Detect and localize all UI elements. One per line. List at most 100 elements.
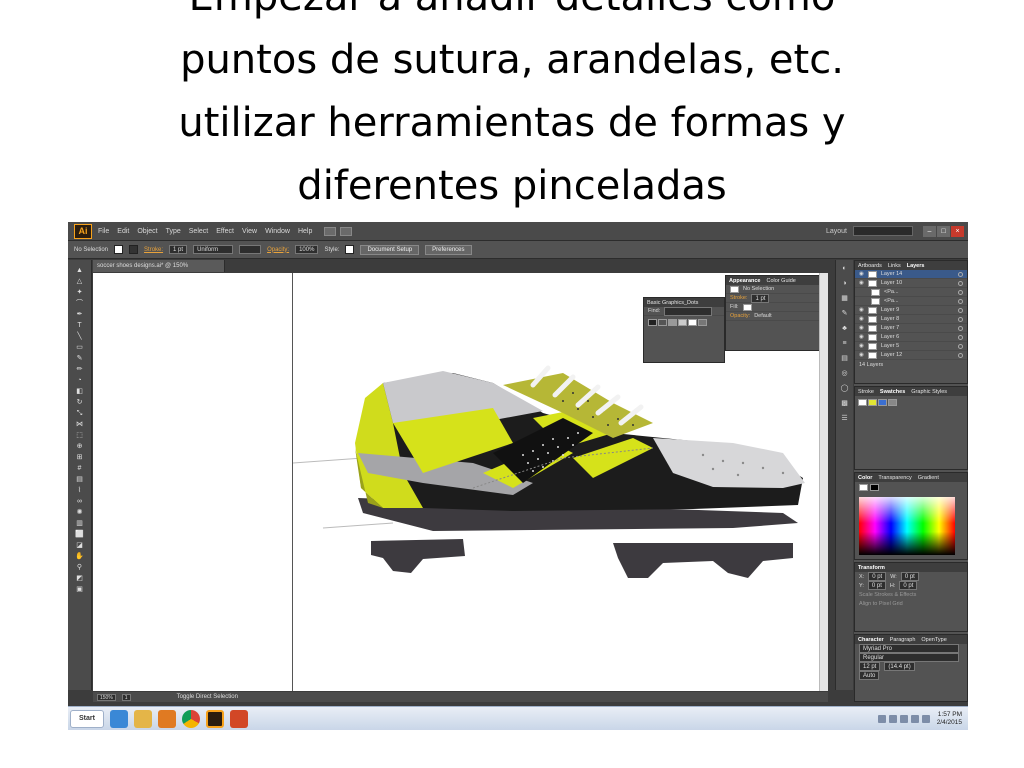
menu-select[interactable]: Select	[189, 228, 208, 235]
color-fill-swatch[interactable]	[859, 484, 868, 491]
tab-artboards[interactable]: Artboards	[858, 263, 882, 269]
swatch[interactable]	[868, 399, 877, 406]
dot-swatch[interactable]	[658, 319, 667, 326]
maximize-button[interactable]: □	[937, 225, 950, 237]
appearance-opacity-label[interactable]: Opacity:	[730, 313, 750, 319]
tab-color[interactable]: Color	[858, 475, 872, 481]
start-button[interactable]: Start	[70, 709, 104, 728]
paintbrush-tool-icon[interactable]: ✎	[74, 354, 86, 363]
menu-type[interactable]: Type	[166, 228, 181, 235]
minimize-button[interactable]: –	[923, 225, 936, 237]
scale-strokes-checkbox[interactable]: Scale Strokes & Effects	[859, 592, 916, 598]
fill-stroke-icon[interactable]: ◩	[74, 574, 86, 583]
free-transform-tool-icon[interactable]: ⬚	[74, 431, 86, 440]
layer-row[interactable]: ◉ Layer 6	[855, 333, 967, 342]
variable-width-profile[interactable]: Uniform	[193, 245, 234, 254]
dot-swatch[interactable]	[678, 319, 687, 326]
zoom-tool-icon[interactable]: ⚲	[74, 563, 86, 572]
menu-view[interactable]: View	[242, 228, 257, 235]
artboard-tool-icon[interactable]: ⬜	[74, 530, 86, 539]
mesh-tool-icon[interactable]: #	[74, 464, 86, 473]
tab-stroke[interactable]: Stroke	[858, 389, 874, 395]
tab-transparency[interactable]: Transparency	[878, 475, 911, 481]
color-panel-icon[interactable]: ◐	[840, 264, 850, 273]
arrange-documents-icon[interactable]	[340, 226, 353, 236]
artboard-navigation[interactable]: 1	[121, 693, 131, 701]
appearance-panel-icon[interactable]: ◯	[840, 384, 850, 393]
tab-appearance[interactable]: Appearance	[729, 278, 761, 284]
tab-swatches[interactable]: Swatches	[880, 389, 905, 395]
transform-x[interactable]: 0 pt	[868, 572, 887, 581]
dot-swatch[interactable]	[648, 319, 657, 326]
direct-selection-tool-icon[interactable]: △	[74, 277, 86, 286]
swatch[interactable]	[878, 399, 887, 406]
appearance-fill-label[interactable]: Fill:	[730, 304, 739, 310]
find-field[interactable]	[664, 306, 713, 316]
document-tab[interactable]: soccer shoes designs.ai* @ 150% (CMYK/Pr…	[93, 260, 225, 281]
rectangle-tool-icon[interactable]: ▭	[74, 343, 86, 352]
bridge-icon[interactable]	[324, 226, 337, 236]
powerpoint-icon[interactable]	[230, 709, 248, 728]
swatches-panel-icon[interactable]: ▦	[840, 294, 850, 303]
leading-field[interactable]: (14.4 pt)	[884, 662, 915, 671]
appearance-stroke-value[interactable]: 1 pt	[751, 293, 770, 303]
color-guide-icon[interactable]: ◑	[840, 279, 850, 288]
help-search-input[interactable]	[853, 226, 913, 236]
brushes-panel-icon[interactable]: ✎	[840, 309, 850, 318]
network-icon[interactable]	[910, 714, 919, 723]
gradient-panel-icon[interactable]: ▤	[840, 354, 850, 363]
preferences-button[interactable]: Preferences	[425, 244, 472, 255]
graphic-styles-icon[interactable]: ▩	[840, 399, 850, 408]
layer-row[interactable]: ◉ Layer 12	[855, 351, 967, 360]
slice-tool-icon[interactable]: ◪	[74, 541, 86, 550]
font-style-select[interactable]: Regular	[859, 653, 959, 662]
pen-tool-icon[interactable]: ✒	[74, 310, 86, 319]
pencil-tool-icon[interactable]: ✏	[74, 365, 86, 374]
shape-builder-tool-icon[interactable]: ⊕	[74, 442, 86, 451]
blob-brush-tool-icon[interactable]: ◔	[74, 376, 86, 385]
fill-swatch[interactable]	[742, 303, 752, 311]
brush-definition[interactable]	[239, 245, 262, 254]
vertical-scrollbar[interactable]	[819, 273, 828, 691]
type-tool-icon[interactable]: T	[74, 321, 86, 330]
gradient-tool-icon[interactable]: ▤	[74, 475, 86, 484]
tab-character[interactable]: Character	[858, 637, 884, 643]
magic-wand-tool-icon[interactable]: ✦	[74, 288, 86, 297]
tray-icon[interactable]	[877, 714, 886, 723]
menu-file[interactable]: File	[98, 228, 109, 235]
close-button[interactable]: ×	[951, 225, 964, 237]
dot-swatch[interactable]	[698, 319, 707, 326]
symbol-sprayer-tool-icon[interactable]: ✺	[74, 508, 86, 517]
menu-effect[interactable]: Effect	[216, 228, 234, 235]
width-tool-icon[interactable]: ⋈	[74, 420, 86, 429]
media-player-icon[interactable]	[158, 709, 176, 728]
clock[interactable]: 1:57 PM 2/4/2015	[937, 711, 962, 727]
symbols-panel-icon[interactable]: ♣	[840, 324, 850, 333]
eraser-tool-icon[interactable]: ◧	[74, 387, 86, 396]
perspective-grid-tool-icon[interactable]: ⊞	[74, 453, 86, 462]
document-setup-button[interactable]: Document Setup	[360, 244, 420, 255]
transform-w[interactable]: 0 pt	[900, 572, 919, 581]
swatch[interactable]	[888, 399, 897, 406]
layer-row[interactable]: <Pa...	[855, 297, 967, 306]
layer-row[interactable]: ◉ Layer 10	[855, 279, 967, 288]
graphic-style-swatch[interactable]	[345, 245, 355, 254]
appearance-stroke-label[interactable]: Stroke:	[730, 295, 747, 301]
hand-tool-icon[interactable]: ✋	[74, 552, 86, 561]
volume-icon[interactable]	[921, 714, 930, 723]
dot-swatch[interactable]	[668, 319, 677, 326]
kerning-field[interactable]: Auto	[859, 671, 880, 680]
layer-row[interactable]: ◉ Layer 8	[855, 315, 967, 324]
transparency-panel-icon[interactable]: ◎	[840, 369, 850, 378]
tab-gradient[interactable]: Gradient	[918, 475, 939, 481]
tab-graphic-styles[interactable]: Graphic Styles	[911, 389, 947, 395]
stroke-link[interactable]: Stroke:	[144, 247, 163, 253]
tab-color-guide[interactable]: Color Guide	[767, 278, 796, 284]
menu-edit[interactable]: Edit	[117, 228, 129, 235]
illustrator-taskbar-icon[interactable]	[206, 709, 224, 728]
scale-tool-icon[interactable]: ⤡	[74, 409, 86, 418]
menu-window[interactable]: Window	[265, 228, 290, 235]
menu-help[interactable]: Help	[298, 228, 312, 235]
line-tool-icon[interactable]: ╲	[74, 332, 86, 341]
opacity-link[interactable]: Opacity:	[267, 247, 289, 253]
